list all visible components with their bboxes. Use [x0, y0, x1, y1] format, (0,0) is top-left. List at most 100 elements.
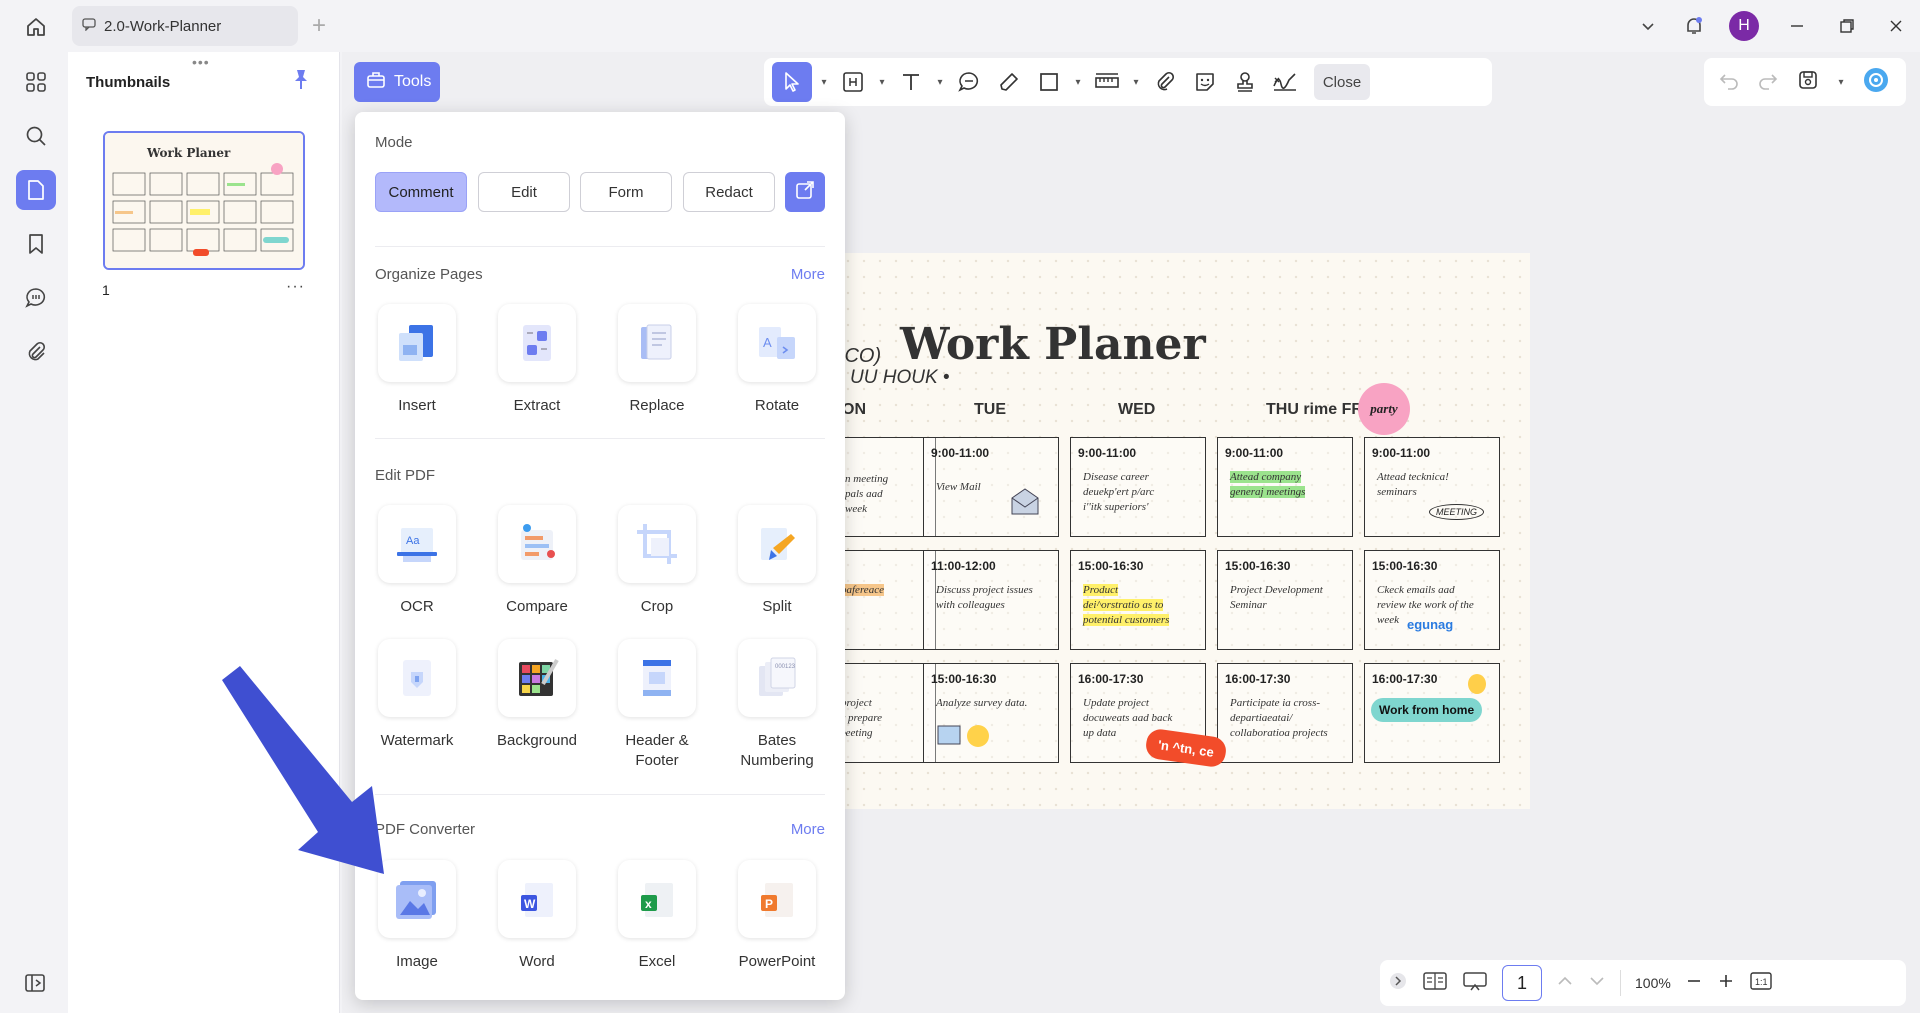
crop-tool[interactable]: Crop: [597, 505, 717, 617]
sticker-icon[interactable]: [1188, 62, 1222, 102]
chevron-down-icon[interactable]: ▾: [818, 62, 830, 102]
svg-text:Work Planer: Work Planer: [146, 146, 231, 160]
convert-word-tool[interactable]: W Word: [477, 860, 597, 972]
schedule-cell: 16:00-17:30 Work from home: [1364, 663, 1500, 763]
actual-size-icon[interactable]: 1:1: [1749, 971, 1773, 996]
text-box-icon[interactable]: [836, 62, 870, 102]
ai-assistant-icon[interactable]: [1862, 66, 1890, 99]
chevron-down-icon[interactable]: ▾: [1838, 77, 1843, 88]
bates-numbering-tool[interactable]: 000123 Bates Numbering: [717, 639, 837, 771]
document-tab[interactable]: 2.0-Work-Planner: [72, 6, 298, 46]
home-icon[interactable]: [22, 13, 50, 41]
undo-icon[interactable]: [1719, 70, 1739, 95]
svg-text:x: x: [645, 897, 652, 911]
close-toolbar-button[interactable]: Close: [1314, 64, 1370, 100]
mode-redact-button[interactable]: Redact: [683, 172, 775, 212]
mode-section-label: Mode: [375, 134, 413, 151]
rotate-label: Rotate: [754, 397, 800, 414]
compare-tool[interactable]: Compare: [477, 505, 597, 617]
sidebar-toggle-icon[interactable]: [22, 970, 48, 1001]
schedule-cell: 9:00-11:00 Attead company generaj meetin…: [1217, 437, 1353, 537]
thumbnails-icon[interactable]: [16, 170, 56, 210]
collapse-icon[interactable]: [1388, 971, 1408, 996]
split-tool[interactable]: Split: [717, 505, 837, 617]
search-icon[interactable]: [16, 116, 56, 156]
rotate-icon: A: [738, 304, 816, 382]
measure-icon[interactable]: [1090, 62, 1124, 102]
mode-comment-button[interactable]: Comment: [375, 172, 467, 212]
grid-icon[interactable]: [16, 62, 56, 102]
header-footer-label: Header & Footer: [625, 732, 689, 769]
left-rail: [0, 52, 68, 1013]
thumbnail-page-number: 1: [102, 282, 110, 298]
chevron-down-icon[interactable]: ▾: [934, 62, 946, 102]
bell-icon[interactable]: [1672, 0, 1716, 52]
comments-icon[interactable]: [16, 278, 56, 318]
stamp-icon[interactable]: [1228, 62, 1262, 102]
background-tool[interactable]: Background: [477, 639, 597, 751]
new-tab-button[interactable]: +: [312, 12, 326, 40]
insert-tool[interactable]: Insert: [357, 304, 477, 416]
rectangle-icon[interactable]: [1032, 62, 1066, 102]
annotation-arrow: [222, 666, 384, 874]
day-label: THU rime FRI: [1266, 401, 1368, 418]
replace-tool[interactable]: Replace: [597, 304, 717, 416]
thumbnail-more-button[interactable]: ···: [286, 278, 305, 296]
page-heading: Work Planer: [900, 319, 1206, 370]
header-footer-tool[interactable]: Header & Footer: [597, 639, 717, 771]
clap-icon: [1468, 674, 1486, 694]
save-icon[interactable]: [1797, 69, 1819, 96]
drag-handle[interactable]: •••: [192, 54, 210, 70]
bates-numbering-label: Bates Numbering: [740, 732, 814, 769]
open-external-button[interactable]: [785, 172, 825, 212]
page-thumbnail[interactable]: Work Planer: [103, 131, 305, 270]
chevron-down-icon[interactable]: ▾: [1130, 62, 1142, 102]
rotate-tool[interactable]: A Rotate: [717, 304, 837, 416]
avatar[interactable]: H: [1729, 11, 1759, 41]
convert-powerpoint-tool[interactable]: P PowerPoint: [717, 860, 837, 972]
minimize-icon[interactable]: [1772, 0, 1822, 52]
extract-tool[interactable]: Extract: [477, 304, 597, 416]
bookmark-icon[interactable]: [16, 224, 56, 264]
attachment-icon[interactable]: [1148, 62, 1182, 102]
zoom-in-icon[interactable]: [1717, 972, 1735, 995]
restore-icon[interactable]: [1822, 0, 1872, 52]
close-icon[interactable]: [1872, 0, 1920, 52]
day-label: WED: [1118, 401, 1156, 418]
page-number-input[interactable]: 1: [1502, 965, 1542, 1001]
convert-excel-tool[interactable]: x Excel: [597, 860, 717, 972]
previous-page-icon[interactable]: [1556, 972, 1574, 995]
converter-more-link[interactable]: More: [791, 821, 825, 838]
text-icon[interactable]: [894, 62, 928, 102]
day-label: TUE: [974, 401, 1006, 418]
select-tool-icon[interactable]: [772, 62, 812, 102]
attachment-icon[interactable]: [16, 332, 56, 372]
crop-label: Crop: [640, 598, 674, 615]
tools-button[interactable]: Tools: [354, 62, 440, 102]
zoom-out-icon[interactable]: [1685, 972, 1703, 995]
organize-more-link[interactable]: More: [791, 266, 825, 283]
pin-icon[interactable]: [290, 68, 312, 95]
chevron-down-icon[interactable]: ▾: [876, 62, 888, 102]
page-subtitle: iCO): [840, 345, 882, 367]
redo-icon[interactable]: [1758, 70, 1778, 95]
ocr-tool[interactable]: Aa OCR: [357, 505, 477, 617]
divider: [375, 794, 825, 795]
replace-icon: [618, 304, 696, 382]
chevron-down-icon[interactable]: [1624, 0, 1672, 52]
comment-icon[interactable]: [952, 62, 986, 102]
mode-edit-button[interactable]: Edit: [478, 172, 570, 212]
replace-label: Replace: [629, 397, 685, 414]
mode-form-button[interactable]: Form: [580, 172, 672, 212]
zoom-level[interactable]: 100%: [1635, 975, 1671, 991]
party-sticker: party: [1358, 383, 1410, 435]
svg-text:A: A: [763, 335, 772, 350]
highlighter-icon[interactable]: [992, 62, 1026, 102]
next-page-icon[interactable]: [1588, 972, 1606, 995]
page-layout-icon[interactable]: [1422, 970, 1448, 997]
schedule-cell: 16:00-17:30 Participate ia cross- depart…: [1217, 663, 1353, 763]
chevron-down-icon[interactable]: ▾: [1072, 62, 1084, 102]
annotation-toolbar: ▾ ▾ ▾ ▾ ▾ Close: [764, 58, 1492, 106]
presentation-icon[interactable]: [1462, 970, 1488, 997]
signature-icon[interactable]: [1268, 62, 1302, 102]
